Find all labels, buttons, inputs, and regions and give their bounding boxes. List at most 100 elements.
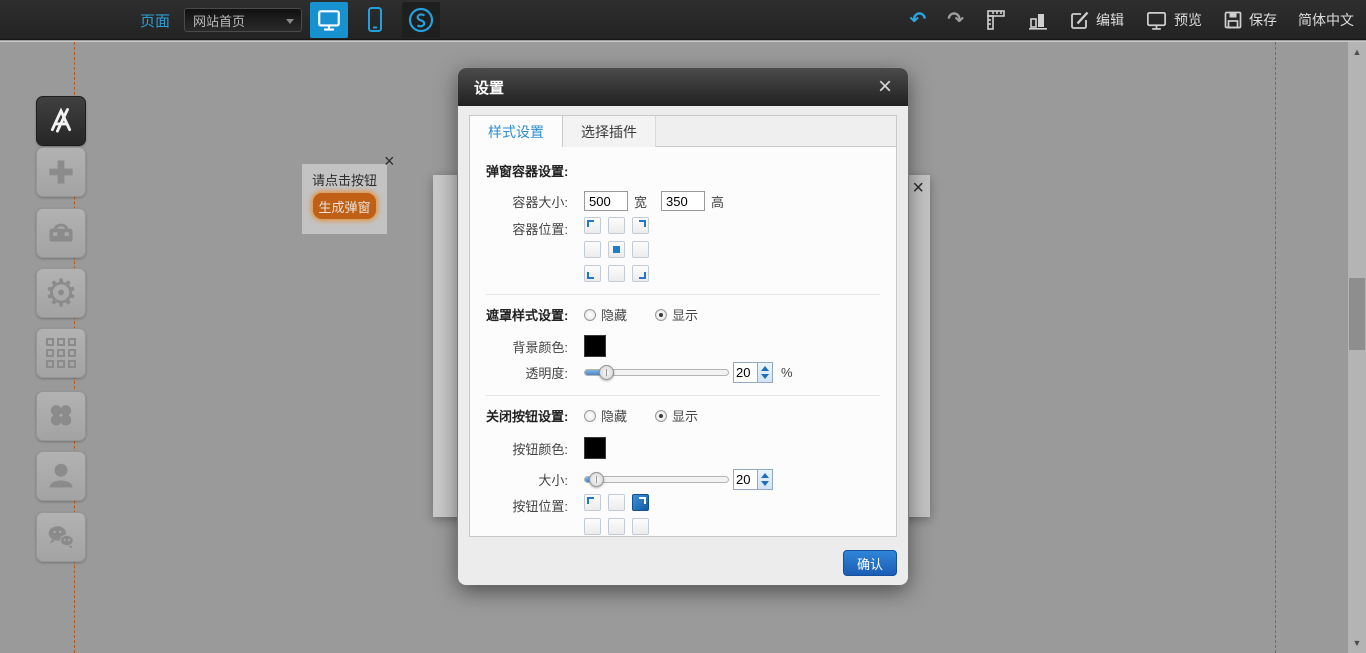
save-icon: [1223, 10, 1243, 30]
spin-up-icon[interactable]: [761, 473, 769, 478]
container-height-input[interactable]: [661, 191, 705, 211]
position-cell[interactable]: [608, 265, 625, 282]
language-switcher[interactable]: 简体中文: [1298, 10, 1354, 30]
opacity-slider-thumb[interactable]: [599, 365, 614, 380]
position-cell[interactable]: [584, 217, 601, 234]
confirm-button[interactable]: 确认: [843, 550, 897, 576]
container-section-heading: 弹窗容器设置:: [486, 161, 896, 180]
page-select-dropdown[interactable]: 网站首页: [184, 8, 302, 32]
dialog-close-icon[interactable]: ×: [878, 76, 892, 98]
chevron-down-icon: [286, 19, 294, 24]
plus-icon: [44, 155, 78, 189]
position-cell[interactable]: [608, 241, 625, 258]
scroll-down-arrow-icon[interactable]: ▼: [1348, 635, 1366, 651]
mask-section-heading: 遮罩样式设置:: [486, 305, 582, 324]
redo-button[interactable]: ↷: [947, 10, 964, 30]
size-value-input[interactable]: [734, 470, 757, 489]
position-cell[interactable]: [584, 494, 601, 511]
close-btn-show-label[interactable]: 显示: [672, 406, 698, 425]
bg-color-swatch[interactable]: [584, 335, 606, 357]
button-position-grid: [584, 494, 649, 537]
dialog-titlebar: 设置 ×: [458, 68, 908, 106]
popup-trigger-widget: 请点击按钮 生成弹窗: [302, 164, 387, 234]
widget-close-icon[interactable]: ×: [384, 152, 395, 170]
close-btn-hide-radio[interactable]: [584, 410, 596, 422]
wechat-icon: [43, 519, 79, 555]
preview-monitor-icon: [1145, 9, 1168, 32]
section-divider: [486, 294, 880, 295]
page-scrollbar[interactable]: ▲ ▼: [1348, 42, 1366, 653]
sidebar-item-modules[interactable]: [36, 328, 86, 378]
mask-show-radio[interactable]: [655, 309, 667, 321]
size-spinner[interactable]: [757, 470, 772, 489]
preview-close-icon[interactable]: ×: [912, 177, 924, 200]
close-btn-hide-label[interactable]: 隐藏: [601, 406, 627, 425]
position-cell[interactable]: [632, 217, 649, 234]
desktop-view-button[interactable]: [310, 2, 348, 38]
position-cell[interactable]: [608, 217, 625, 234]
container-width-input[interactable]: [584, 191, 628, 211]
scrollbar-thumb[interactable]: [1349, 278, 1365, 350]
sidebar-item-settings[interactable]: ⚙: [36, 268, 86, 318]
edit-label: 编辑: [1096, 10, 1124, 30]
btn-color-swatch[interactable]: [584, 437, 606, 459]
phone-icon: [363, 6, 387, 34]
size-slider[interactable]: [584, 476, 729, 483]
undo-button[interactable]: ↶: [909, 10, 926, 30]
position-cell[interactable]: [584, 265, 601, 282]
mobile-view-button[interactable]: [356, 2, 394, 38]
sidebar-item-member[interactable]: [36, 451, 86, 501]
position-cell[interactable]: [632, 265, 649, 282]
ruler-button[interactable]: [985, 9, 1007, 31]
opacity-slider[interactable]: [584, 369, 729, 376]
save-label: 保存: [1249, 10, 1277, 30]
monitor-icon: [316, 7, 342, 33]
dialog-footer: 确认: [458, 537, 908, 585]
dialog-tabs: 样式设置 选择插件: [469, 115, 897, 147]
btn-size-label: 大小:: [486, 470, 568, 489]
btn-position-label: 按钮位置:: [486, 496, 568, 515]
link-tools-button[interactable]: [402, 2, 440, 38]
position-cell[interactable]: [608, 494, 625, 511]
tab-style-settings[interactable]: 样式设置: [470, 116, 563, 147]
tab-select-plugin[interactable]: 选择插件: [563, 116, 656, 147]
position-cell[interactable]: [608, 518, 625, 535]
stats-button[interactable]: [1028, 10, 1048, 30]
sidebar-item-add-module[interactable]: [36, 147, 86, 197]
page-select-value: 网站首页: [193, 11, 245, 30]
ruler-icon: [985, 9, 1007, 31]
scroll-up-arrow-icon[interactable]: ▲: [1348, 44, 1366, 60]
opacity-value-input[interactable]: [734, 363, 757, 382]
size-slider-thumb[interactable]: [589, 472, 604, 487]
bg-color-label: 背景颜色:: [486, 337, 568, 356]
spin-down-icon[interactable]: [761, 481, 769, 486]
guide-line-right: [1275, 42, 1276, 653]
position-cell[interactable]: [584, 518, 601, 535]
save-button[interactable]: 保存: [1223, 10, 1277, 30]
spin-up-icon[interactable]: [761, 366, 769, 371]
mask-hide-radio[interactable]: [584, 309, 596, 321]
position-cell[interactable]: [584, 241, 601, 258]
bar-chart-icon: [1028, 10, 1048, 30]
design-tools-icon: [43, 103, 79, 139]
sidebar-item-plugins[interactable]: [36, 391, 86, 441]
position-cell[interactable]: [632, 518, 649, 535]
dialog-panel: 弹窗容器设置: 容器大小: 宽 高 容器位置:: [469, 147, 897, 537]
sidebar-item-toolbox[interactable]: [36, 208, 86, 258]
sidebar-item-wechat[interactable]: [36, 512, 86, 562]
widget-prompt-text: 请点击按钮: [302, 170, 387, 189]
generate-popup-button[interactable]: 生成弹窗: [313, 193, 376, 219]
sidebar-item-app-design[interactable]: [36, 96, 86, 146]
spin-down-icon[interactable]: [761, 374, 769, 379]
corner-br-icon: [639, 272, 646, 279]
position-cell[interactable]: [632, 494, 649, 511]
settings-dialog: 设置 × 样式设置 选择插件 弹窗容器设置: 容器大小: 宽 高 容器位置:: [458, 68, 908, 585]
toolbox-icon: [43, 215, 79, 251]
position-cell[interactable]: [632, 241, 649, 258]
mask-hide-label[interactable]: 隐藏: [601, 305, 627, 324]
preview-button[interactable]: 预览: [1145, 9, 1202, 32]
mask-show-label[interactable]: 显示: [672, 305, 698, 324]
edit-button[interactable]: 编辑: [1069, 10, 1124, 31]
close-btn-show-radio[interactable]: [655, 410, 667, 422]
opacity-spinner[interactable]: [757, 363, 772, 382]
